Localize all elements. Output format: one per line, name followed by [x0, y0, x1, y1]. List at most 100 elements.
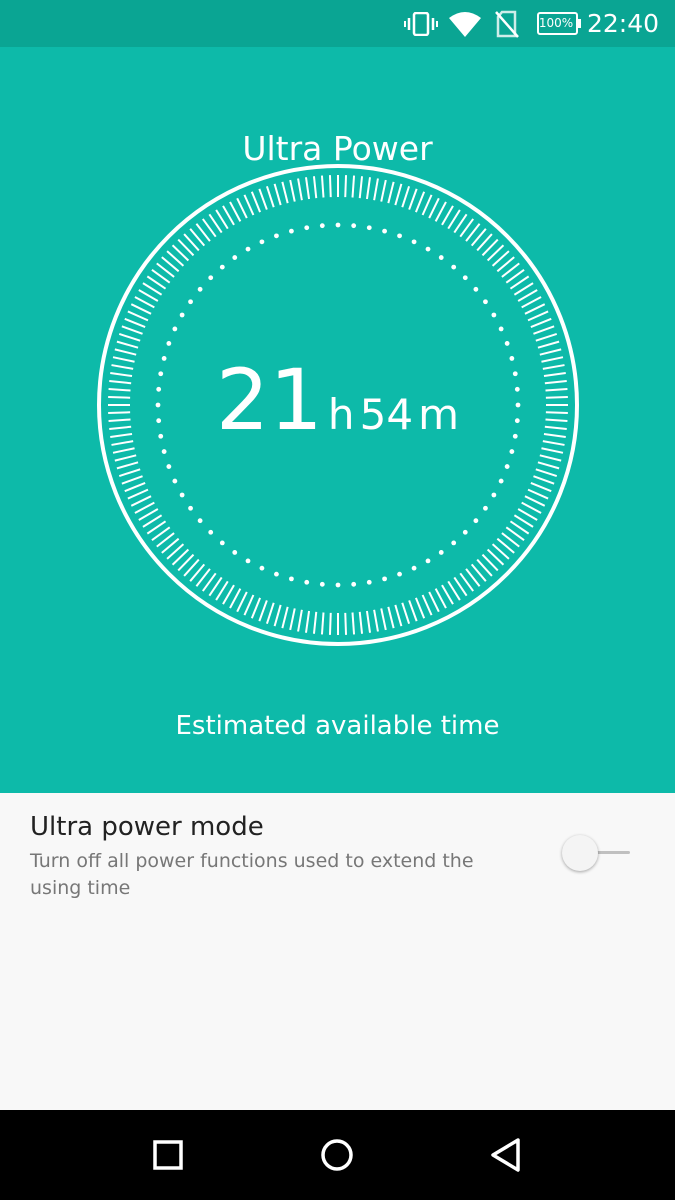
dial-tick: [527, 488, 549, 500]
dial-tick: [434, 588, 447, 609]
dial-tick: [281, 606, 289, 629]
dial-dot: [166, 341, 172, 346]
dial-tick: [297, 178, 303, 201]
back-button[interactable]: [488, 1137, 524, 1173]
dial-tick: [401, 602, 411, 625]
dial-tick: [408, 188, 418, 210]
ultra-power-mode-row[interactable]: Ultra power mode Turn off all power func…: [0, 793, 675, 913]
dial-dot: [504, 464, 510, 469]
home-button[interactable]: [319, 1137, 355, 1173]
dial-dot: [232, 550, 238, 555]
dial-tick: [373, 178, 379, 201]
dial-dot: [351, 223, 357, 229]
ultra-power-mode-toggle[interactable]: [560, 833, 632, 873]
dial-tick: [421, 594, 433, 616]
dial-tick: [124, 481, 146, 493]
dial-tick: [127, 488, 149, 500]
dial-tick: [236, 591, 248, 613]
dial-dot: [425, 558, 431, 564]
dial-dot: [504, 341, 510, 346]
dial-dot: [351, 581, 357, 587]
dial-dot: [319, 581, 325, 587]
dial-dot: [219, 264, 225, 270]
dial-tick: [118, 332, 141, 342]
dial-tick: [281, 181, 289, 204]
dial-tick: [304, 610, 311, 633]
dial-dot: [438, 550, 444, 555]
dial-tick: [134, 501, 155, 514]
dial-tick: [358, 176, 364, 199]
dial-tick: [344, 612, 348, 635]
dial-tick: [258, 188, 268, 210]
dial-tick: [320, 612, 325, 635]
dial-dot: [172, 326, 178, 332]
dial-dot: [166, 464, 172, 469]
dial-tick: [380, 608, 387, 631]
dial-dot: [188, 505, 193, 511]
dial-tick: [116, 340, 139, 349]
dial-tick: [394, 183, 403, 206]
dial-tick: [130, 495, 152, 507]
dial-tick: [130, 303, 152, 315]
status-time: 22:40: [586, 9, 659, 38]
dial-dot: [197, 286, 203, 292]
navigation-bar: [0, 1110, 675, 1200]
battery-percent: 100%: [538, 16, 574, 30]
dial-dot: [304, 225, 310, 231]
no-sim-icon: [495, 10, 519, 38]
dial-dot: [197, 518, 203, 524]
dial-dot: [438, 255, 444, 260]
battery-icon: 100%: [536, 12, 582, 36]
hours-value: 21: [215, 351, 323, 449]
status-bar: 100% 22:40: [0, 0, 675, 47]
dial-dot: [397, 571, 402, 577]
dial-dot: [483, 505, 488, 511]
dial-dot: [491, 312, 497, 318]
dial-tick: [530, 481, 552, 493]
dial-tick: [265, 602, 275, 625]
dial-dot: [509, 449, 515, 454]
dial-dot: [289, 576, 294, 582]
dial-tick: [258, 600, 268, 622]
dial-tick: [524, 303, 546, 315]
dial-tick: [537, 461, 560, 470]
dial-tick: [121, 475, 143, 485]
dial-tick: [539, 348, 562, 356]
dial-dot: [179, 312, 185, 318]
ultra-power-mode-description: Turn off all power functions used to ext…: [30, 850, 474, 899]
dial-tick: [533, 325, 555, 335]
dial-dot: [411, 239, 417, 245]
hours-unit: h: [327, 390, 355, 439]
ultra-power-mode-title: Ultra power mode: [30, 812, 264, 842]
dial-dot: [462, 529, 468, 535]
dial-dot: [483, 299, 488, 305]
dial-tick: [229, 201, 242, 222]
dial-dot: [382, 576, 387, 582]
dial-dot: [172, 478, 178, 484]
dial-tick: [351, 175, 356, 198]
dial-tick: [414, 597, 426, 619]
dial-tick: [365, 177, 372, 200]
dial-dot: [498, 478, 504, 484]
dial-tick: [535, 332, 558, 342]
dial-dot: [161, 449, 167, 454]
dial-dot: [208, 275, 214, 281]
dial-tick: [127, 310, 149, 322]
dial-dot: [462, 275, 468, 281]
dial-tick: [421, 194, 433, 216]
dial-tick: [408, 600, 418, 622]
dial-dot: [366, 579, 372, 585]
dial-dot: [473, 518, 479, 524]
minutes-value: 54: [359, 390, 414, 439]
estimated-time-readout: 21 h 54 m: [0, 355, 675, 445]
dial-tick: [124, 317, 146, 329]
dial-dot: [245, 246, 251, 252]
dial-dot: [208, 529, 214, 535]
dial-tick: [243, 194, 255, 216]
recents-button[interactable]: [150, 1137, 186, 1173]
dial-dot: [425, 246, 431, 252]
dial-tick: [250, 191, 262, 213]
toggle-thumb[interactable]: [562, 835, 598, 871]
dial-tick: [373, 609, 379, 632]
dial-dot: [274, 233, 279, 239]
